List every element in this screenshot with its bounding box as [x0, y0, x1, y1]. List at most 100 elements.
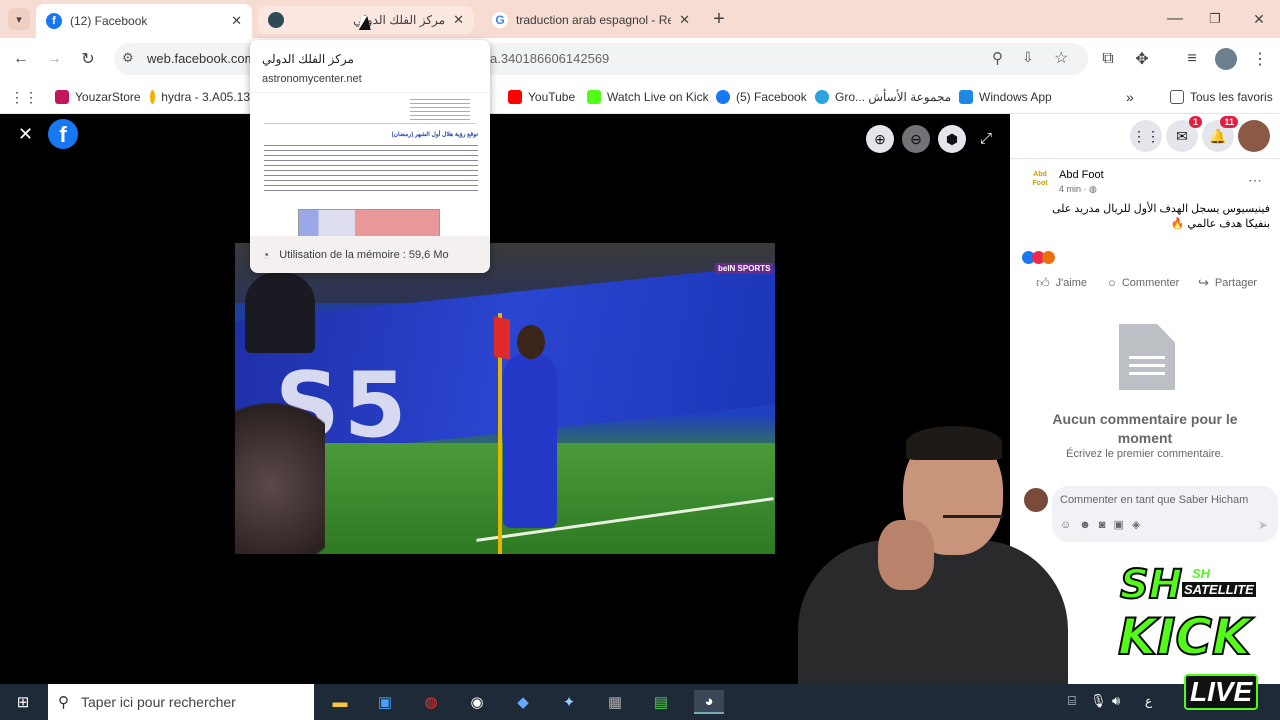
- site-info-icon[interactable]: ⚙: [122, 50, 134, 66]
- globe-icon: [268, 12, 284, 28]
- reload-icon[interactable]: ↻: [77, 48, 99, 70]
- share-icon: ↪: [1198, 275, 1209, 290]
- notifications-badge: 11: [1220, 116, 1238, 128]
- hover-card-domain: astronomycenter.net: [262, 73, 362, 85]
- windows-icon: [959, 90, 973, 104]
- fullscreen-icon[interactable]: ⤢: [980, 130, 992, 147]
- memory-row: ◔ Utilisation de la mémoire : 59,6 Mo: [250, 236, 490, 273]
- back-arrow-icon[interactable]: ←: [10, 48, 32, 70]
- channel-logo-overlay: SH SH SATELLITE KICK LIVE: [1112, 558, 1280, 720]
- calculator-icon[interactable]: ▦: [602, 690, 628, 714]
- logo-sh: SH: [1119, 561, 1183, 609]
- url-tail-text: a.340186606142569: [490, 51, 610, 66]
- thumbs-up-icon: 👍︎: [1036, 275, 1050, 290]
- zoom-in-icon[interactable]: ⊕: [866, 125, 894, 153]
- messenger-badge: 1: [1188, 116, 1202, 128]
- windows-start-icon[interactable]: ⊞: [10, 690, 36, 714]
- comment-button[interactable]: ○ Commenter: [1108, 275, 1179, 290]
- globe-icon: ◍: [1089, 184, 1097, 194]
- post-author-avatar[interactable]: Abd Foot: [1028, 170, 1052, 198]
- search-icon: ⚲: [58, 694, 69, 711]
- obs-icon[interactable]: ◉: [464, 690, 490, 714]
- kick-icon: [587, 90, 601, 104]
- bookmark-windows-app[interactable]: Windows App: [959, 87, 1052, 107]
- facebook-logo[interactable]: f: [48, 119, 78, 149]
- preview-text-lines: [410, 99, 470, 121]
- close-icon[interactable]: ✕: [453, 12, 464, 28]
- post-author[interactable]: Abd Foot: [1059, 169, 1104, 181]
- windows-taskbar: ⊞ ⚲ Taper ici pour rechercher ▬ ▣ ◍ ◉ ◆ …: [0, 684, 1280, 720]
- all-bookmarks[interactable]: Tous les favoris: [1170, 87, 1273, 107]
- file-explorer-icon[interactable]: ▬: [327, 690, 353, 714]
- forward-arrow-icon[interactable]: →: [43, 48, 65, 70]
- messenger-icon[interactable]: ✉ 1: [1166, 116, 1202, 152]
- more-options-icon[interactable]: ⋯: [1248, 172, 1262, 189]
- logo-live: LIVE: [1184, 674, 1259, 710]
- install-icon[interactable]: ⇩: [1022, 49, 1034, 66]
- close-icon[interactable]: ✕: [231, 13, 242, 29]
- chrome-icon[interactable]: ◕: [694, 690, 724, 714]
- bookmarks-bar: ⋮⋮ YouzarStore hydra - 3.A05.13 YouTube …: [0, 80, 1280, 114]
- post-time: 4 min · ◍: [1059, 184, 1097, 194]
- tag-icon[interactable]: ⬢: [938, 125, 966, 153]
- tab-list-button[interactable]: ▾: [8, 8, 30, 30]
- bookmark-group[interactable]: Gro... مجموعة الأسأش: [815, 87, 951, 107]
- puzzle-icon[interactable]: ✥: [1131, 48, 1153, 70]
- menu-grid-icon[interactable]: ⋮⋮: [1130, 120, 1162, 152]
- menu-icon[interactable]: ⋮: [1249, 48, 1271, 70]
- share-button[interactable]: ↪ Partager: [1198, 275, 1257, 291]
- window-close-icon[interactable]: ✕: [1248, 8, 1270, 30]
- app-icon[interactable]: ◆: [510, 690, 536, 714]
- send-icon[interactable]: ➤: [1258, 518, 1268, 532]
- app-icon[interactable]: ✦: [556, 690, 582, 714]
- logo-sh-small: SH: [1192, 566, 1211, 581]
- maximize-icon[interactable]: ❐: [1204, 8, 1226, 30]
- comment-input[interactable]: Commenter en tant que Saber Hicham ☺☻◙▣◈…: [1052, 486, 1278, 542]
- match-video-frame[interactable]: S5 beIN SPORTS: [235, 243, 775, 554]
- bookmark-facebook[interactable]: (5) Facebook: [716, 87, 807, 107]
- tab-title: traduction arab espagnol - Rec: [516, 13, 672, 27]
- preview-chart: [298, 209, 440, 237]
- memory-gauge-icon: ◔: [262, 247, 270, 262]
- streamer-hand: [878, 520, 934, 590]
- telegram-icon: [815, 90, 829, 104]
- extension-icon[interactable]: ⧉: [1097, 48, 1119, 70]
- avatar[interactable]: [1215, 48, 1237, 70]
- app-icon[interactable]: ▤: [648, 690, 674, 714]
- logo-satellite: SATELLITE: [1182, 582, 1256, 597]
- tab-title: (12) Facebook: [70, 14, 148, 28]
- player: [503, 353, 557, 528]
- media-icon[interactable]: ≡: [1181, 48, 1203, 70]
- zoom-icon[interactable]: ⚲: [992, 49, 1003, 67]
- store-icon[interactable]: ▣: [372, 690, 398, 714]
- like-button[interactable]: 👍︎ J'aime: [1036, 275, 1087, 291]
- bookmark-youzarstore[interactable]: YouzarStore: [55, 87, 141, 107]
- tab-google[interactable]: G traduction arab espagnol - Rec ✕: [482, 6, 700, 34]
- bookmark-hydra[interactable]: hydra - 3.A05.13: [150, 87, 250, 107]
- notifications-bell-icon[interactable]: 🔔 11: [1202, 116, 1238, 152]
- minimize-icon[interactable]: —: [1164, 8, 1186, 30]
- preview-heading: توقع رؤية هلال أول الشهر (رمضان): [391, 132, 478, 138]
- app-icon[interactable]: ◍: [418, 690, 444, 714]
- facebook-icon: f: [46, 13, 62, 29]
- bookmark-youtube[interactable]: YouTube: [508, 87, 575, 107]
- profile-avatar[interactable]: [1238, 120, 1270, 152]
- tray-mic-icon[interactable]: 🎙︎: [1090, 693, 1107, 709]
- close-icon[interactable]: ✕: [679, 12, 690, 28]
- taskbar-search[interactable]: ⚲ Taper ici pour rechercher: [48, 684, 314, 720]
- reactions-icon[interactable]: [1022, 251, 1055, 264]
- blurred-foreground: [235, 383, 325, 554]
- tray-network-icon[interactable]: ⌸: [1068, 693, 1076, 709]
- player-head: [517, 325, 545, 359]
- star-icon[interactable]: ☆: [1054, 48, 1068, 68]
- tab-hover-card: مركز الفلك الدولي astronomycenter.net تو…: [250, 40, 490, 273]
- bookmark-kick[interactable]: Watch Live on Kick: [587, 87, 709, 107]
- apps-icon[interactable]: ⋮⋮: [10, 87, 38, 107]
- new-tab-button[interactable]: +: [708, 8, 730, 30]
- zoom-out-icon[interactable]: ⊖: [902, 125, 930, 153]
- close-icon[interactable]: ✕: [18, 124, 33, 145]
- headset-mic-icon: [943, 515, 1003, 518]
- bookmarks-overflow[interactable]: »: [1126, 87, 1134, 107]
- preview-body-lines: [264, 145, 478, 195]
- tab-facebook[interactable]: f (12) Facebook ✕: [36, 4, 252, 38]
